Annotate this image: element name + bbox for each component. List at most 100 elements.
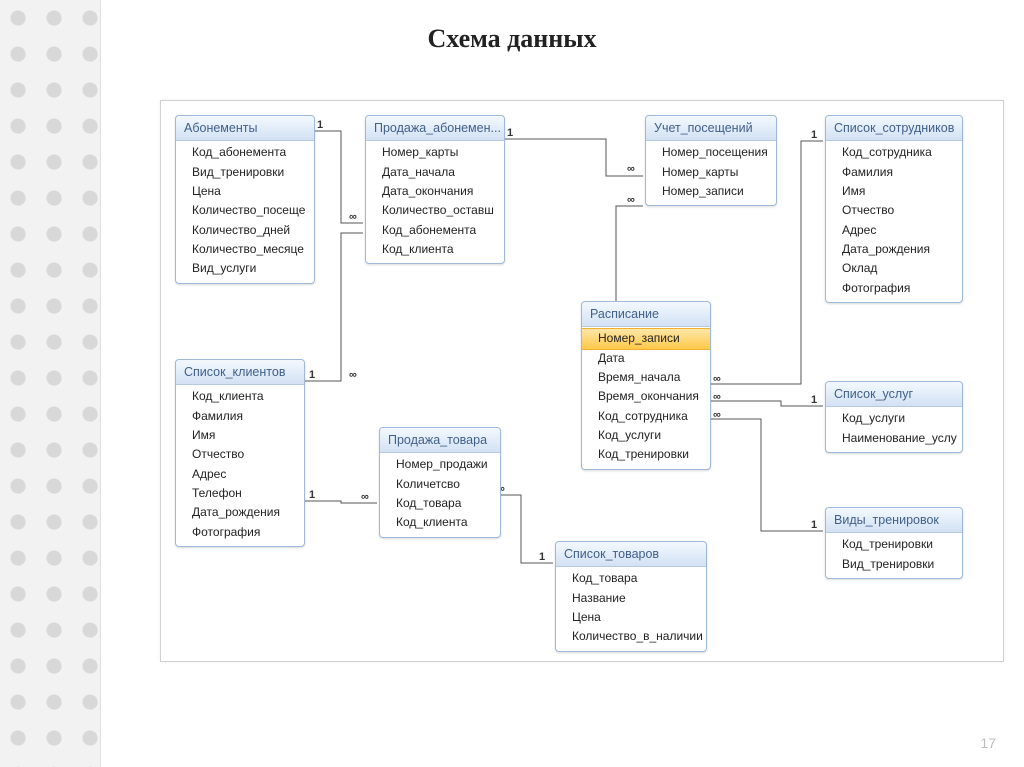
- table-field[interactable]: Код_тренировки: [582, 445, 710, 464]
- table-field[interactable]: Цена: [556, 608, 706, 627]
- table-field[interactable]: Телефон: [176, 484, 304, 503]
- table-field[interactable]: Дата_рождения: [826, 240, 962, 259]
- table-field[interactable]: Номер_записи: [646, 182, 776, 201]
- table-title: Абонементы: [176, 116, 314, 141]
- table-services[interactable]: Список_услуг Код_услугиНаименование_услу: [825, 381, 963, 453]
- rel-card: 1: [309, 489, 315, 501]
- table-field[interactable]: Номер_посещения: [646, 143, 776, 162]
- table-training-types[interactable]: Виды_тренировок Код_тренировкиВид_тренир…: [825, 507, 963, 579]
- decorative-sidebar: [0, 0, 101, 767]
- table-title: Список_товаров: [556, 542, 706, 567]
- table-field[interactable]: Фотография: [826, 279, 962, 298]
- table-field[interactable]: Наименование_услу: [826, 429, 962, 448]
- table-field[interactable]: Код_тренировки: [826, 535, 962, 554]
- rel-card: 1: [811, 519, 817, 531]
- relationships-canvas: 1 ∞ 1 ∞ ∞ 1 1 ∞ 1 ∞ 1 ∞ 1 ∞ 1 ∞ 1 ∞ Абон…: [160, 100, 1004, 662]
- table-title: Список_сотрудников: [826, 116, 962, 141]
- table-field[interactable]: Название: [556, 589, 706, 608]
- rel-card: ∞: [627, 194, 635, 206]
- table-field[interactable]: Вид_услуги: [176, 259, 314, 278]
- table-field[interactable]: Количество_дней: [176, 221, 314, 240]
- rel-card: ∞: [349, 369, 357, 381]
- table-title: Продажа_абонемен...: [366, 116, 504, 141]
- table-field[interactable]: Цена: [176, 182, 314, 201]
- rel-card: ∞: [713, 391, 721, 403]
- table-field[interactable]: Вид_тренировки: [826, 555, 962, 574]
- table-field[interactable]: Номер_карты: [366, 143, 504, 162]
- table-field[interactable]: Дата_окончания: [366, 182, 504, 201]
- table-field-list: Код_абонементаВид_тренировкиЦенаКоличест…: [176, 141, 314, 283]
- table-field[interactable]: Код_клиента: [366, 240, 504, 259]
- rel-card: ∞: [713, 409, 721, 421]
- table-field[interactable]: Количество_оставш: [366, 201, 504, 220]
- table-title: Список_клиентов: [176, 360, 304, 385]
- rel-card: 1: [811, 394, 817, 406]
- table-field[interactable]: Имя: [826, 182, 962, 201]
- table-field[interactable]: Количество_в_наличии: [556, 627, 706, 646]
- table-field[interactable]: Количество_посеще: [176, 201, 314, 220]
- rel-card: 1: [309, 369, 315, 381]
- table-field[interactable]: Номер_карты: [646, 163, 776, 182]
- table-field[interactable]: Количество_месяце: [176, 240, 314, 259]
- table-field-list: Номер_записиДатаВремя_началаВремя_оконча…: [582, 327, 710, 469]
- rel-card: 1: [507, 127, 513, 139]
- rel-card: 1: [539, 551, 545, 563]
- table-field-list: Код_тренировкиВид_тренировки: [826, 533, 962, 578]
- rel-card: ∞: [713, 373, 721, 385]
- slide-number: 17: [980, 735, 996, 751]
- table-field[interactable]: Адрес: [176, 465, 304, 484]
- table-clients[interactable]: Список_клиентов Код_клиентаФамилияИмяОтч…: [175, 359, 305, 547]
- table-title: Расписание: [582, 302, 710, 327]
- table-visits[interactable]: Учет_посещений Номер_посещенияНомер_карт…: [645, 115, 777, 206]
- table-field[interactable]: Адрес: [826, 221, 962, 240]
- table-field[interactable]: Время_окончания: [582, 387, 710, 406]
- table-field[interactable]: Вид_тренировки: [176, 163, 314, 182]
- table-field-list: Номер_продажиКоличетсвоКод_товараКод_кли…: [380, 453, 500, 537]
- table-sale-abonements[interactable]: Продажа_абонемен... Номер_картыДата_нача…: [365, 115, 505, 264]
- table-sale-goods[interactable]: Продажа_товара Номер_продажиКоличетсвоКо…: [379, 427, 501, 538]
- rel-card: ∞: [361, 491, 369, 503]
- table-field[interactable]: Дата_рождения: [176, 503, 304, 522]
- table-field[interactable]: Код_клиента: [380, 513, 500, 532]
- table-field[interactable]: Дата_начала: [366, 163, 504, 182]
- table-field[interactable]: Отчество: [826, 201, 962, 220]
- table-title: Список_услуг: [826, 382, 962, 407]
- table-field[interactable]: Код_услуги: [582, 426, 710, 445]
- table-title: Учет_посещений: [646, 116, 776, 141]
- table-field[interactable]: Дата: [582, 349, 710, 368]
- table-field[interactable]: Код_товара: [556, 569, 706, 588]
- table-field[interactable]: Фотография: [176, 523, 304, 542]
- rel-card: 1: [317, 119, 323, 131]
- table-field[interactable]: Код_сотрудника: [826, 143, 962, 162]
- table-field[interactable]: Код_товара: [380, 494, 500, 513]
- table-field[interactable]: Код_абонемента: [176, 143, 314, 162]
- table-field[interactable]: Оклад: [826, 259, 962, 278]
- table-field[interactable]: Код_абонемента: [366, 221, 504, 240]
- rel-card: 1: [811, 129, 817, 141]
- table-schedule[interactable]: Расписание Номер_записиДатаВремя_началаВ…: [581, 301, 711, 470]
- table-title: Продажа_товара: [380, 428, 500, 453]
- table-field-list: Номер_посещенияНомер_картыНомер_записи: [646, 141, 776, 205]
- table-field[interactable]: Код_клиента: [176, 387, 304, 406]
- rel-card: ∞: [349, 211, 357, 223]
- table-goods[interactable]: Список_товаров Код_товараНазваниеЦенаКол…: [555, 541, 707, 652]
- table-field-list: Код_услугиНаименование_услу: [826, 407, 962, 452]
- table-field-list: Код_товараНазваниеЦенаКоличество_в_налич…: [556, 567, 706, 651]
- table-field[interactable]: Код_сотрудника: [582, 407, 710, 426]
- table-field-list: Код_клиентаФамилияИмяОтчествоАдресТелефо…: [176, 385, 304, 546]
- table-field[interactable]: Номер_продажи: [380, 455, 500, 474]
- table-title: Виды_тренировок: [826, 508, 962, 533]
- table-field[interactable]: Отчество: [176, 445, 304, 464]
- table-field[interactable]: Время_начала: [582, 368, 710, 387]
- table-abonements[interactable]: Абонементы Код_абонементаВид_тренировкиЦ…: [175, 115, 315, 284]
- table-field[interactable]: Фамилия: [826, 163, 962, 182]
- table-field-list: Код_сотрудникаФамилияИмяОтчествоАдресДат…: [826, 141, 962, 302]
- table-field[interactable]: Имя: [176, 426, 304, 445]
- table-staff[interactable]: Список_сотрудников Код_сотрудникаФамилия…: [825, 115, 963, 303]
- rel-card: ∞: [627, 163, 635, 175]
- table-field[interactable]: Фамилия: [176, 407, 304, 426]
- table-field[interactable]: Номер_записи: [582, 328, 710, 349]
- page-title: Схема данных: [0, 24, 1024, 54]
- table-field[interactable]: Код_услуги: [826, 409, 962, 428]
- table-field[interactable]: Количетсво: [380, 475, 500, 494]
